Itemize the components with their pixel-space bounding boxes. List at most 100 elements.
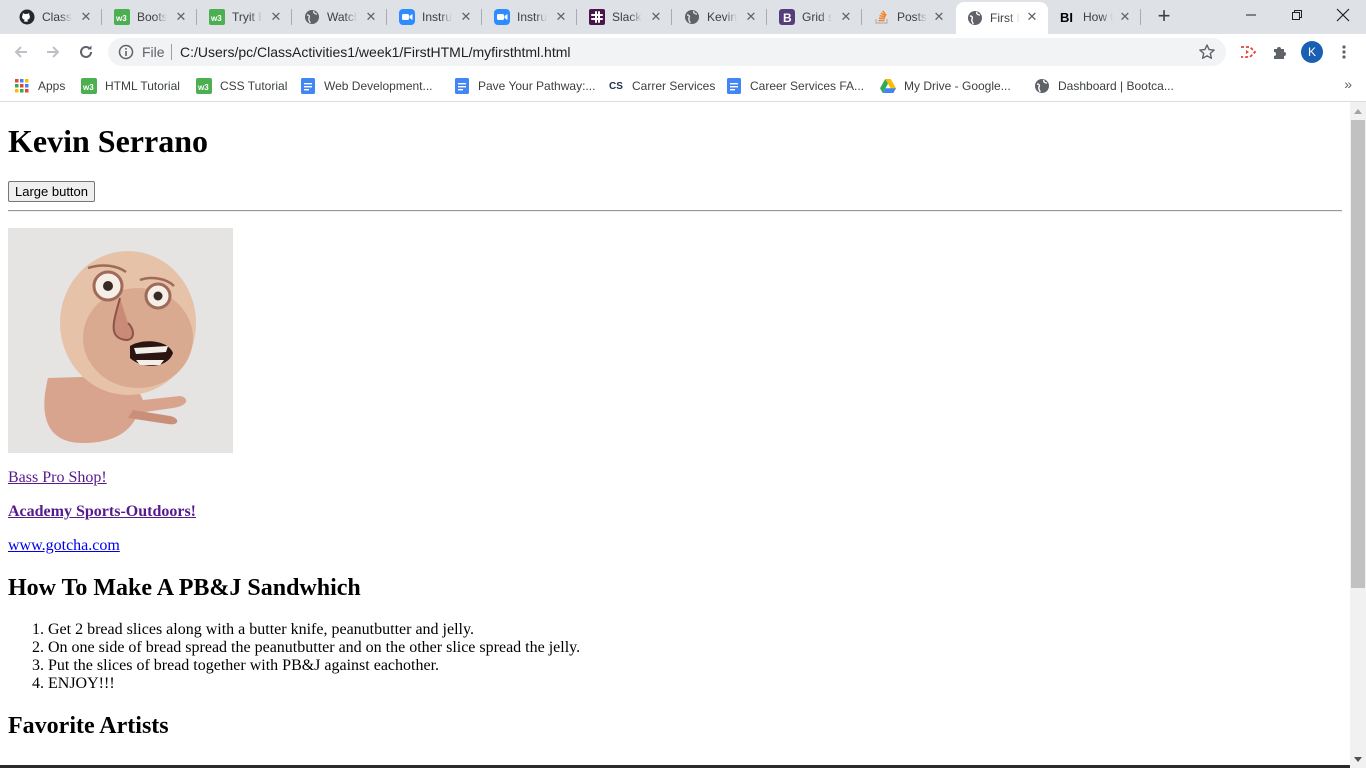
paragraph-bass-pro: Bass Pro Shop! — [8, 469, 1342, 487]
svg-text:BI: BI — [1060, 10, 1073, 25]
bootstrap-icon: B — [779, 9, 795, 25]
tab-zoom-1[interactable]: Instru ✕ — [388, 0, 482, 34]
tab-stackoverflow-posts[interactable]: Posts ✕ — [863, 0, 955, 34]
bookmark-star-icon[interactable] — [1198, 43, 1216, 61]
close-icon[interactable]: ✕ — [838, 9, 854, 25]
svg-text:w3: w3 — [82, 83, 94, 92]
cast-extension-icon — [1241, 46, 1257, 58]
tab-separator — [671, 9, 672, 25]
tab-slack[interactable]: Slack ✕ — [578, 0, 672, 34]
tab-github[interactable]: ClassA ✕ — [8, 0, 102, 34]
browser-toolbar: File C:/Users/pc/ClassActivities1/week1/… — [0, 34, 1366, 71]
bass-pro-link[interactable]: Bass Pro Shop! — [8, 469, 107, 486]
bookmark-pave-your-pathway[interactable]: Pave Your Pathway:... — [454, 76, 595, 96]
tab-title: Slack — [612, 10, 642, 24]
close-icon[interactable]: ✕ — [458, 9, 474, 25]
w3schools-icon: w3 — [81, 78, 97, 94]
tab-title: Tryit E — [232, 10, 262, 24]
tab-separator — [861, 9, 862, 25]
bookmark-label: Dashboard | Bootca... — [1058, 79, 1174, 93]
bi-icon: BI — [1060, 9, 1076, 25]
close-icon[interactable]: ✕ — [363, 9, 379, 25]
menu-button[interactable] — [1332, 40, 1356, 64]
tab-separator — [766, 9, 767, 25]
tab-bootstrap-grid[interactable]: B Grid s ✕ — [768, 0, 862, 34]
close-icon[interactable]: ✕ — [648, 9, 664, 25]
tab-zoom-2[interactable]: Instru ✕ — [483, 0, 577, 34]
new-tab-button[interactable]: + — [1152, 5, 1176, 28]
minimize-button[interactable] — [1228, 0, 1274, 30]
tab-w3schools-tryit[interactable]: w3 Tryit E ✕ — [198, 0, 292, 34]
restore-icon — [1292, 10, 1302, 20]
address-bar[interactable]: File C:/Users/pc/ClassActivities1/week1/… — [108, 38, 1226, 66]
tab-w3schools-bootstrap[interactable]: w3 Boots ✕ — [103, 0, 197, 34]
bookmarks-overflow-chevron-icon[interactable]: » — [1344, 76, 1352, 92]
close-icon[interactable]: ✕ — [78, 9, 94, 25]
scrollbar-thumb[interactable] — [1351, 120, 1365, 588]
artists-heading: Favorite Artists — [8, 713, 169, 739]
forward-button[interactable] — [41, 40, 65, 64]
rage-face-illustration — [8, 228, 233, 453]
bookmark-my-drive[interactable]: My Drive - Google... — [880, 76, 1011, 96]
restore-button[interactable] — [1274, 0, 1320, 30]
extension-cast-button[interactable] — [1236, 40, 1260, 64]
google-docs-icon — [300, 78, 316, 94]
info-icon[interactable] — [118, 44, 134, 60]
tab-first-html-active[interactable]: First H ✕ — [956, 2, 1048, 34]
reload-button[interactable] — [74, 40, 98, 64]
url-text[interactable]: C:/Users/pc/ClassActivities1/week1/First… — [180, 44, 571, 60]
tab-title: Boots — [137, 10, 167, 24]
horizontal-rule — [8, 210, 1342, 212]
google-drive-icon — [880, 78, 896, 94]
tab-how-to[interactable]: BI How t ✕ — [1049, 0, 1141, 34]
vertical-scrollbar[interactable] — [1350, 102, 1366, 768]
scroll-down-arrow-icon[interactable] — [1350, 751, 1366, 768]
page-content: Kevin Serrano Large button Bass Pro Shop… — [8, 123, 1342, 740]
tab-separator — [196, 9, 197, 25]
globe-icon — [304, 9, 320, 25]
tab-watch[interactable]: Watch ✕ — [293, 0, 387, 34]
large-button[interactable]: Large button — [8, 181, 96, 202]
tab-separator — [101, 9, 102, 25]
close-icon[interactable]: ✕ — [931, 9, 947, 25]
bookmark-web-development[interactable]: Web Development... — [300, 76, 433, 96]
close-icon[interactable]: ✕ — [268, 9, 284, 25]
back-arrow-icon — [14, 46, 27, 58]
bookmark-dashboard-bootcamp[interactable]: Dashboard | Bootca... — [1034, 76, 1174, 96]
stackoverflow-icon — [874, 9, 890, 25]
bookmark-carrer-services[interactable]: CS Carrer Services — [608, 76, 715, 96]
bookmark-label: Pave Your Pathway:... — [478, 79, 596, 93]
close-icon[interactable]: ✕ — [1117, 9, 1133, 25]
bookmark-career-services-faq[interactable]: Career Services FA... — [726, 76, 864, 96]
tab-separator — [1140, 9, 1141, 25]
bookmark-css-tutorial[interactable]: w3 CSS Tutorial — [196, 76, 287, 96]
profile-avatar[interactable]: K — [1300, 40, 1324, 64]
page-title: Kevin Serrano — [8, 123, 208, 159]
bookmark-label: My Drive - Google... — [904, 79, 1011, 93]
close-icon[interactable]: ✕ — [743, 9, 759, 25]
list-item: ENJOY!!! — [48, 675, 1342, 693]
tab-kevin[interactable]: Kevin ✕ — [673, 0, 767, 34]
tab-strip: ClassA ✕ w3 Boots ✕ w3 Tryit E ✕ Watch ✕… — [0, 0, 1366, 34]
close-icon[interactable]: ✕ — [1024, 9, 1040, 25]
gotcha-link[interactable]: www.gotcha.com — [8, 537, 120, 554]
zoom-icon — [399, 9, 415, 25]
list-item: On one side of bread spread the peanutbu… — [48, 639, 1342, 657]
minimize-icon — [1246, 14, 1256, 16]
list-item: Get 2 bread slices along with a butter k… — [48, 621, 1342, 639]
apps-grid-icon — [14, 78, 30, 94]
svg-text:w3: w3 — [210, 14, 222, 23]
w3schools-icon: w3 — [114, 9, 130, 25]
bookmark-html-tutorial[interactable]: w3 HTML Tutorial — [81, 76, 180, 96]
bookmark-apps[interactable]: Apps — [14, 76, 65, 96]
close-window-button[interactable] — [1320, 0, 1366, 30]
academy-link[interactable]: Academy Sports-Outdoors! — [8, 503, 196, 520]
scroll-up-arrow-icon[interactable] — [1350, 102, 1366, 119]
back-button[interactable] — [9, 40, 33, 64]
close-icon[interactable]: ✕ — [553, 9, 569, 25]
extensions-button[interactable] — [1268, 40, 1292, 64]
meme-image — [8, 228, 233, 453]
list-item: Put the slices of bread together with PB… — [48, 657, 1342, 675]
svg-text:w3: w3 — [197, 83, 209, 92]
close-icon[interactable]: ✕ — [173, 9, 189, 25]
